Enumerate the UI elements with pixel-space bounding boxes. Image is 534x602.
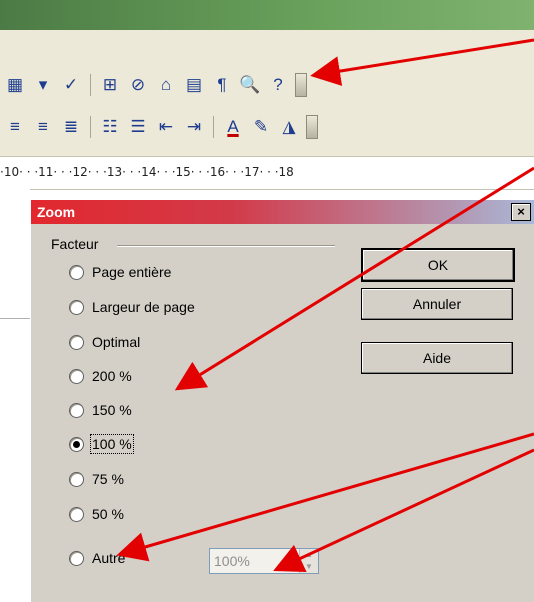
radio-button[interactable] bbox=[69, 402, 84, 418]
spin-buttons[interactable]: ▲ ▼ bbox=[299, 549, 318, 573]
cancel-button[interactable]: Annuler bbox=[361, 288, 513, 320]
group-divider bbox=[117, 245, 335, 247]
option-optimal[interactable]: Optimal bbox=[69, 334, 140, 350]
option-50[interactable]: 50 % bbox=[69, 506, 124, 522]
toolbar-grip[interactable] bbox=[306, 115, 318, 139]
pilcrow-icon[interactable]: ¶ bbox=[211, 74, 233, 96]
grid-icon[interactable]: ▦ bbox=[4, 74, 26, 96]
radio-button[interactable] bbox=[69, 264, 84, 280]
radio-button[interactable] bbox=[69, 550, 84, 566]
align-right-icon[interactable]: ≡ bbox=[32, 116, 54, 138]
ruler-scale: ·10· · ·11· · ·12· · ·13· · ·14· · ·15· … bbox=[0, 165, 294, 179]
standard-toolbar: ▦ ▾ ✓ ⊞ ⊘ ⌂ ▤ ¶ 🔍 ? bbox=[0, 66, 307, 104]
help-button[interactable]: Aide bbox=[361, 342, 513, 374]
option-page-entiere[interactable]: Page entière bbox=[69, 264, 171, 280]
navigator-icon[interactable]: ⊘ bbox=[127, 74, 149, 96]
justify-icon[interactable]: ≣ bbox=[60, 116, 82, 138]
close-button[interactable]: × bbox=[511, 203, 531, 221]
help-icon[interactable]: ? bbox=[267, 74, 289, 96]
option-label: Largeur de page bbox=[92, 299, 195, 315]
option-label: 75 % bbox=[92, 471, 124, 487]
radio-button[interactable] bbox=[69, 334, 84, 350]
option-75[interactable]: 75 % bbox=[69, 471, 124, 487]
zoom-dialog: Zoom × Facteur Page entière Largeur de p… bbox=[30, 200, 534, 602]
dialog-title: Zoom bbox=[37, 204, 76, 220]
custom-zoom-spinbox[interactable]: 100% ▲ ▼ bbox=[209, 548, 319, 574]
highlight-icon[interactable]: ✎ bbox=[250, 116, 272, 138]
custom-zoom-value: 100% bbox=[214, 553, 250, 569]
toolbar-grip[interactable] bbox=[295, 73, 307, 97]
numbering-icon[interactable]: ☷ bbox=[99, 116, 121, 138]
option-label: 150 % bbox=[92, 402, 132, 418]
radio-button-selected[interactable] bbox=[69, 436, 84, 452]
option-label: Autre bbox=[92, 550, 126, 566]
check-pen-icon[interactable]: ✓ bbox=[60, 74, 82, 96]
formatting-toolbar: ≡ ≡ ≣ ☷ ☰ ⇤ ⇥ A ✎ ◮ bbox=[0, 108, 318, 146]
option-autre[interactable]: Autre bbox=[69, 550, 125, 566]
spin-up-icon[interactable]: ▲ bbox=[300, 549, 318, 561]
option-label: 200 % bbox=[92, 368, 132, 384]
data-sources-icon[interactable]: ▤ bbox=[183, 74, 205, 96]
group-label: Facteur bbox=[51, 236, 99, 252]
option-label: Page entière bbox=[92, 264, 172, 280]
spin-down-icon[interactable]: ▼ bbox=[300, 561, 318, 573]
ok-button[interactable]: OK bbox=[361, 248, 515, 282]
font-color-icon[interactable]: A bbox=[222, 116, 244, 138]
option-label: 100 % bbox=[90, 434, 134, 454]
document-margin bbox=[0, 188, 30, 602]
option-largeur-de-page[interactable]: Largeur de page bbox=[69, 299, 195, 315]
gallery-icon[interactable]: ⌂ bbox=[155, 74, 177, 96]
page-boundary-line bbox=[0, 318, 30, 319]
dropdown-icon[interactable]: ▾ bbox=[32, 74, 54, 96]
zoom-icon[interactable]: 🔍 bbox=[239, 74, 261, 96]
radio-button[interactable] bbox=[69, 368, 84, 384]
align-center-icon[interactable]: ≡ bbox=[4, 116, 26, 138]
radio-button[interactable] bbox=[69, 506, 84, 522]
radio-button[interactable] bbox=[69, 299, 84, 315]
option-100[interactable]: 100 % bbox=[69, 434, 134, 454]
toolbar-separator bbox=[90, 74, 91, 96]
horizontal-ruler[interactable]: ·10· · ·11· · ·12· · ·13· · ·14· · ·15· … bbox=[0, 156, 534, 190]
bullets-icon[interactable]: ☰ bbox=[127, 116, 149, 138]
toolbar-separator bbox=[213, 116, 214, 138]
decrease-indent-icon[interactable]: ⇤ bbox=[155, 116, 177, 138]
binoculars-icon[interactable]: ⊞ bbox=[99, 74, 121, 96]
option-150[interactable]: 150 % bbox=[69, 402, 132, 418]
dialog-title-bar[interactable]: Zoom bbox=[31, 200, 534, 224]
app-title-bar bbox=[0, 0, 534, 30]
option-label: 50 % bbox=[92, 506, 124, 522]
increase-indent-icon[interactable]: ⇥ bbox=[183, 116, 205, 138]
option-200[interactable]: 200 % bbox=[69, 368, 132, 384]
radio-button[interactable] bbox=[69, 471, 84, 487]
background-color-icon[interactable]: ◮ bbox=[278, 116, 300, 138]
toolbar-separator bbox=[90, 116, 91, 138]
option-label: Optimal bbox=[92, 334, 141, 350]
